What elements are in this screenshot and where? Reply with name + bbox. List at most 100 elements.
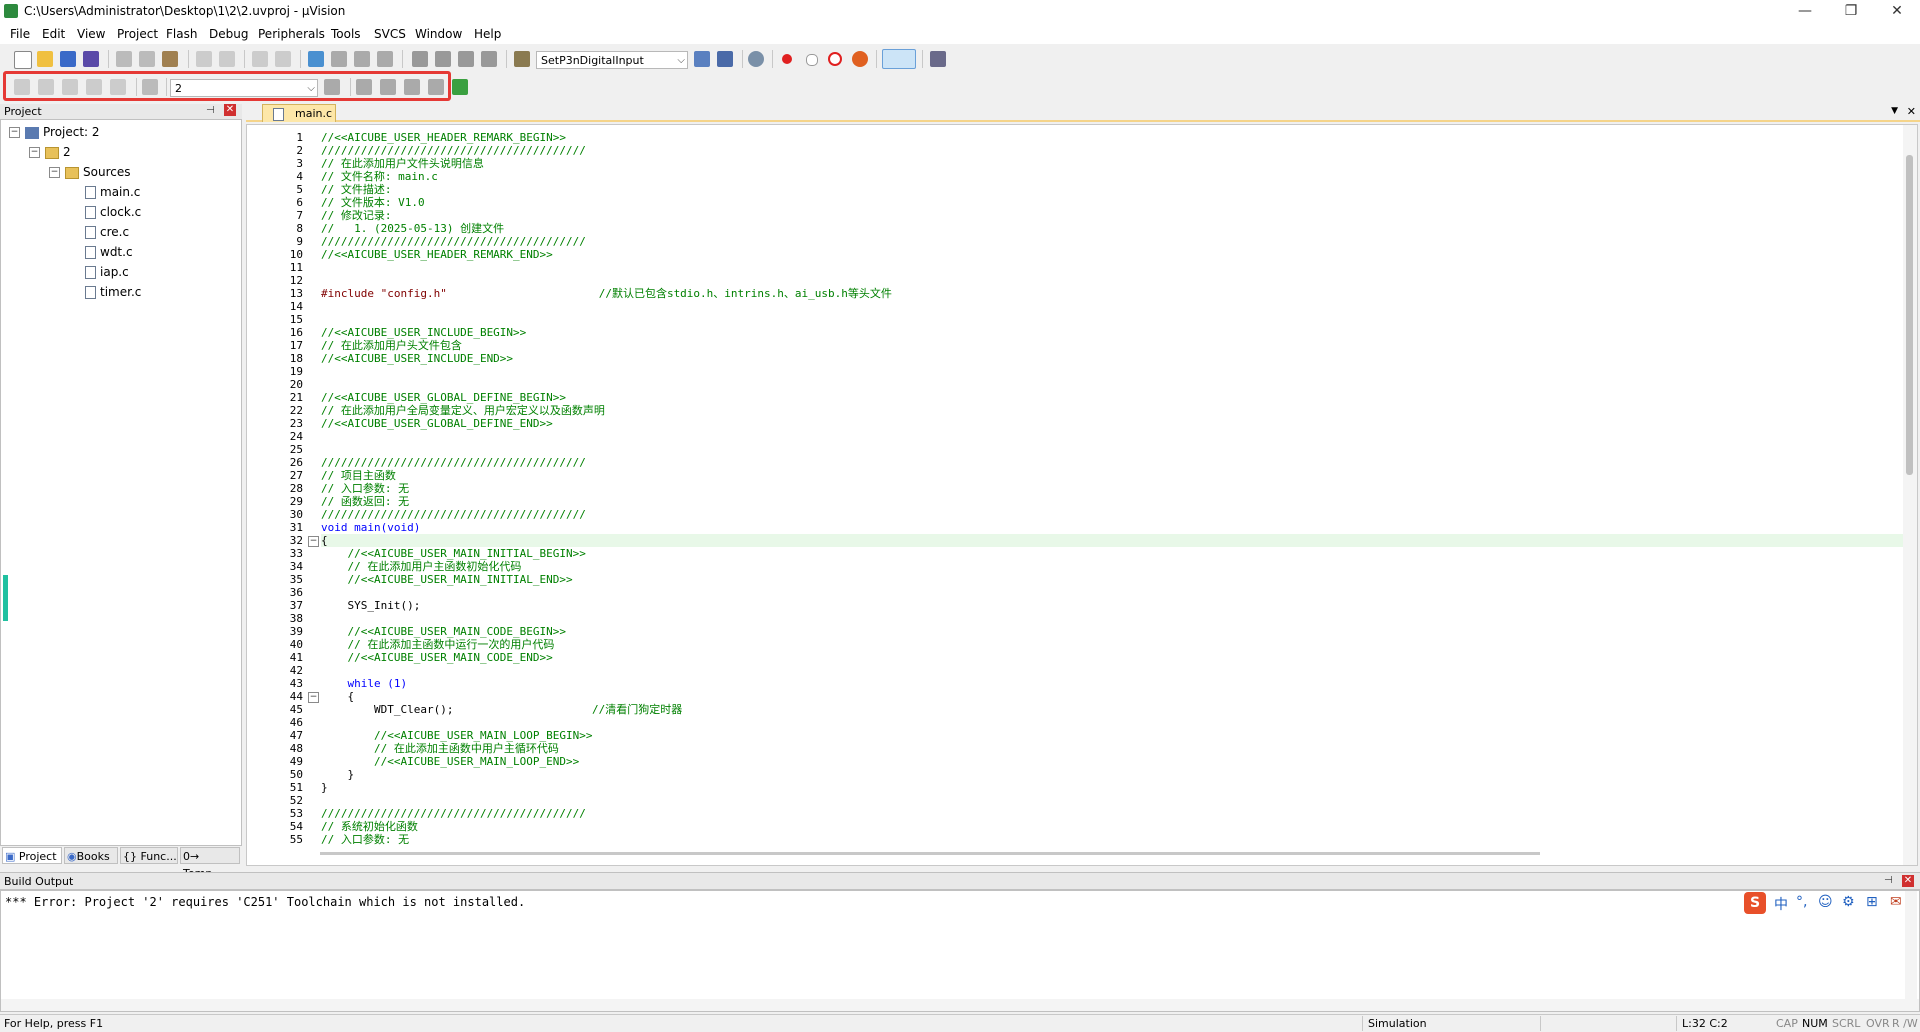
menu-tools[interactable]: Tools — [331, 27, 361, 41]
toolbar-separator — [506, 50, 507, 68]
menu-window[interactable]: Window — [415, 27, 462, 41]
save-all-icon[interactable] — [83, 51, 99, 67]
ime-toolbox-icon[interactable]: ⊞ — [1866, 894, 1878, 910]
tree-file[interactable]: timer.c — [85, 283, 141, 301]
line-number: 38 — [289, 612, 303, 625]
code-line: 32 { — [247, 534, 1887, 547]
disable-breakpoint-icon[interactable] — [806, 54, 818, 66]
close-panel-icon[interactable]: ✕ — [1902, 875, 1914, 887]
menu-edit[interactable]: Edit — [42, 27, 65, 41]
prev-bookmark-icon[interactable] — [331, 51, 347, 67]
copy-icon[interactable] — [139, 51, 155, 67]
maximize-button[interactable]: ❐ — [1828, 0, 1874, 24]
line-number: 12 — [289, 274, 303, 287]
nav-forward-icon[interactable] — [275, 51, 291, 67]
tab-functions-label: {} Func... — [123, 850, 177, 863]
tree-file[interactable]: wdt.c — [85, 243, 133, 261]
minimize-button[interactable]: — — [1782, 0, 1828, 24]
line-number: 14 — [289, 300, 303, 313]
kill-breakpoints-icon[interactable] — [828, 52, 842, 66]
kill-all-breakpoints-icon[interactable] — [852, 51, 868, 67]
find-in-files-icon[interactable] — [514, 51, 530, 67]
configure-icon[interactable] — [930, 51, 946, 67]
editor-tab-main-c[interactable]: main.c — [262, 104, 336, 122]
code-line: 40 // 在此添加主函数中运行一次的用户代码 — [247, 638, 1887, 651]
tab-project[interactable]: ▣ Project — [2, 847, 62, 864]
code-editor[interactable]: − − 1//<<AICUBE_USER_HEADER_REMARK_BEGIN>… — [246, 124, 1918, 866]
menu-peripherals[interactable]: Peripherals — [258, 27, 325, 41]
ime-skin-icon[interactable]: ✉ — [1890, 894, 1902, 910]
toolbar-separator — [108, 50, 109, 68]
code-line: 12 — [247, 274, 1887, 287]
undo-icon[interactable] — [196, 51, 212, 67]
menu-file[interactable]: File — [10, 27, 30, 41]
tab-list-icon[interactable]: ▼ — [1891, 106, 1898, 116]
find-combo[interactable]: SetP3nDigitalInput ⌵ — [536, 51, 688, 69]
code-text: // 文件名称: main.c — [321, 170, 438, 183]
build-output-panel[interactable]: *** Error: Project '2' requires 'C251' T… — [0, 890, 1920, 1012]
menu-debug[interactable]: Debug — [209, 27, 248, 41]
vertical-scrollbar[interactable] — [1903, 125, 1917, 865]
menu-help[interactable]: Help — [474, 27, 501, 41]
code-text: } — [321, 781, 328, 794]
code-trailing-comment: //清看门狗定时器 — [459, 703, 683, 716]
paste-icon[interactable] — [162, 51, 178, 67]
menu-project[interactable]: Project — [117, 27, 158, 41]
horizontal-scrollbar[interactable] — [320, 852, 1540, 855]
code-text: //////////////////////////////////////// — [321, 235, 586, 248]
new-file-icon[interactable] — [14, 51, 32, 69]
ime-chinese-icon[interactable]: 中 — [1774, 894, 1788, 914]
tree-file[interactable]: clock.c — [85, 203, 141, 221]
uncomment-icon[interactable] — [481, 51, 497, 67]
ime-emoji-icon[interactable]: ☺ — [1818, 894, 1833, 910]
horizontal-scrollbar[interactable] — [1, 999, 1919, 1011]
tab-books[interactable]: ◉Books — [64, 847, 118, 864]
comment-icon[interactable] — [458, 51, 474, 67]
code-line: 16 //<<AICUBE_USER_INCLUDE_BEGIN>> — [247, 326, 1887, 339]
debug-icon[interactable] — [748, 51, 764, 67]
nav-back-icon[interactable] — [252, 51, 268, 67]
event-recorder-icon[interactable] — [452, 79, 468, 95]
find-icon[interactable] — [694, 51, 710, 67]
ime-settings-icon[interactable]: ⚙ — [1842, 894, 1855, 910]
ime-punctuation-icon[interactable]: °, — [1796, 894, 1807, 910]
window-layout-icon[interactable] — [882, 49, 916, 69]
menu-view[interactable]: View — [77, 27, 105, 41]
chevron-down-icon[interactable]: ⌵ — [677, 52, 685, 70]
menu-svcs[interactable]: SVCS — [374, 27, 406, 41]
line-number: 34 — [289, 560, 303, 573]
tree-file[interactable]: cre.c — [85, 223, 129, 241]
collapse-icon[interactable]: − — [49, 167, 60, 178]
save-icon[interactable] — [60, 51, 76, 67]
close-panel-icon[interactable]: ✕ — [224, 104, 236, 116]
next-bookmark-icon[interactable] — [354, 51, 370, 67]
close-editor-icon[interactable]: ✕ — [1907, 105, 1916, 118]
indent-icon[interactable] — [412, 51, 428, 67]
tab-templates[interactable]: 0→ Temp... — [180, 847, 240, 880]
cut-icon[interactable] — [116, 51, 132, 67]
open-file-icon[interactable] — [37, 51, 53, 67]
unindent-icon[interactable] — [435, 51, 451, 67]
ime-logo-icon[interactable]: S — [1744, 892, 1766, 914]
breakpoint-icon[interactable] — [782, 54, 792, 64]
collapse-icon[interactable]: − — [29, 147, 40, 158]
clear-bookmarks-icon[interactable] — [377, 51, 393, 67]
pin-icon[interactable]: ⊣ — [1884, 875, 1893, 886]
menu-flash[interactable]: Flash — [166, 27, 197, 41]
pin-icon[interactable]: ⊣ — [206, 105, 215, 116]
tree-file[interactable]: main.c — [85, 183, 140, 201]
close-window-button[interactable]: ✕ — [1874, 0, 1920, 24]
code-line: 19 — [247, 365, 1887, 378]
tree-file-label: main.c — [100, 185, 141, 199]
tree-file[interactable]: iap.c — [85, 263, 129, 281]
target-folder-icon — [45, 146, 59, 159]
bookmark-icon[interactable] — [308, 51, 324, 67]
code-text: //////////////////////////////////////// — [321, 807, 586, 820]
incremental-find-icon[interactable] — [717, 51, 733, 67]
tab-functions[interactable]: {} Func... — [120, 847, 178, 864]
scrollbar-thumb[interactable] — [1906, 155, 1913, 475]
code-line: 39 //<<AICUBE_USER_MAIN_CODE_BEGIN>> — [247, 625, 1887, 638]
collapse-icon[interactable]: − — [9, 127, 20, 138]
code-text: //<<AICUBE_USER_MAIN_CODE_BEGIN>> — [321, 625, 567, 638]
redo-icon[interactable] — [219, 51, 235, 67]
